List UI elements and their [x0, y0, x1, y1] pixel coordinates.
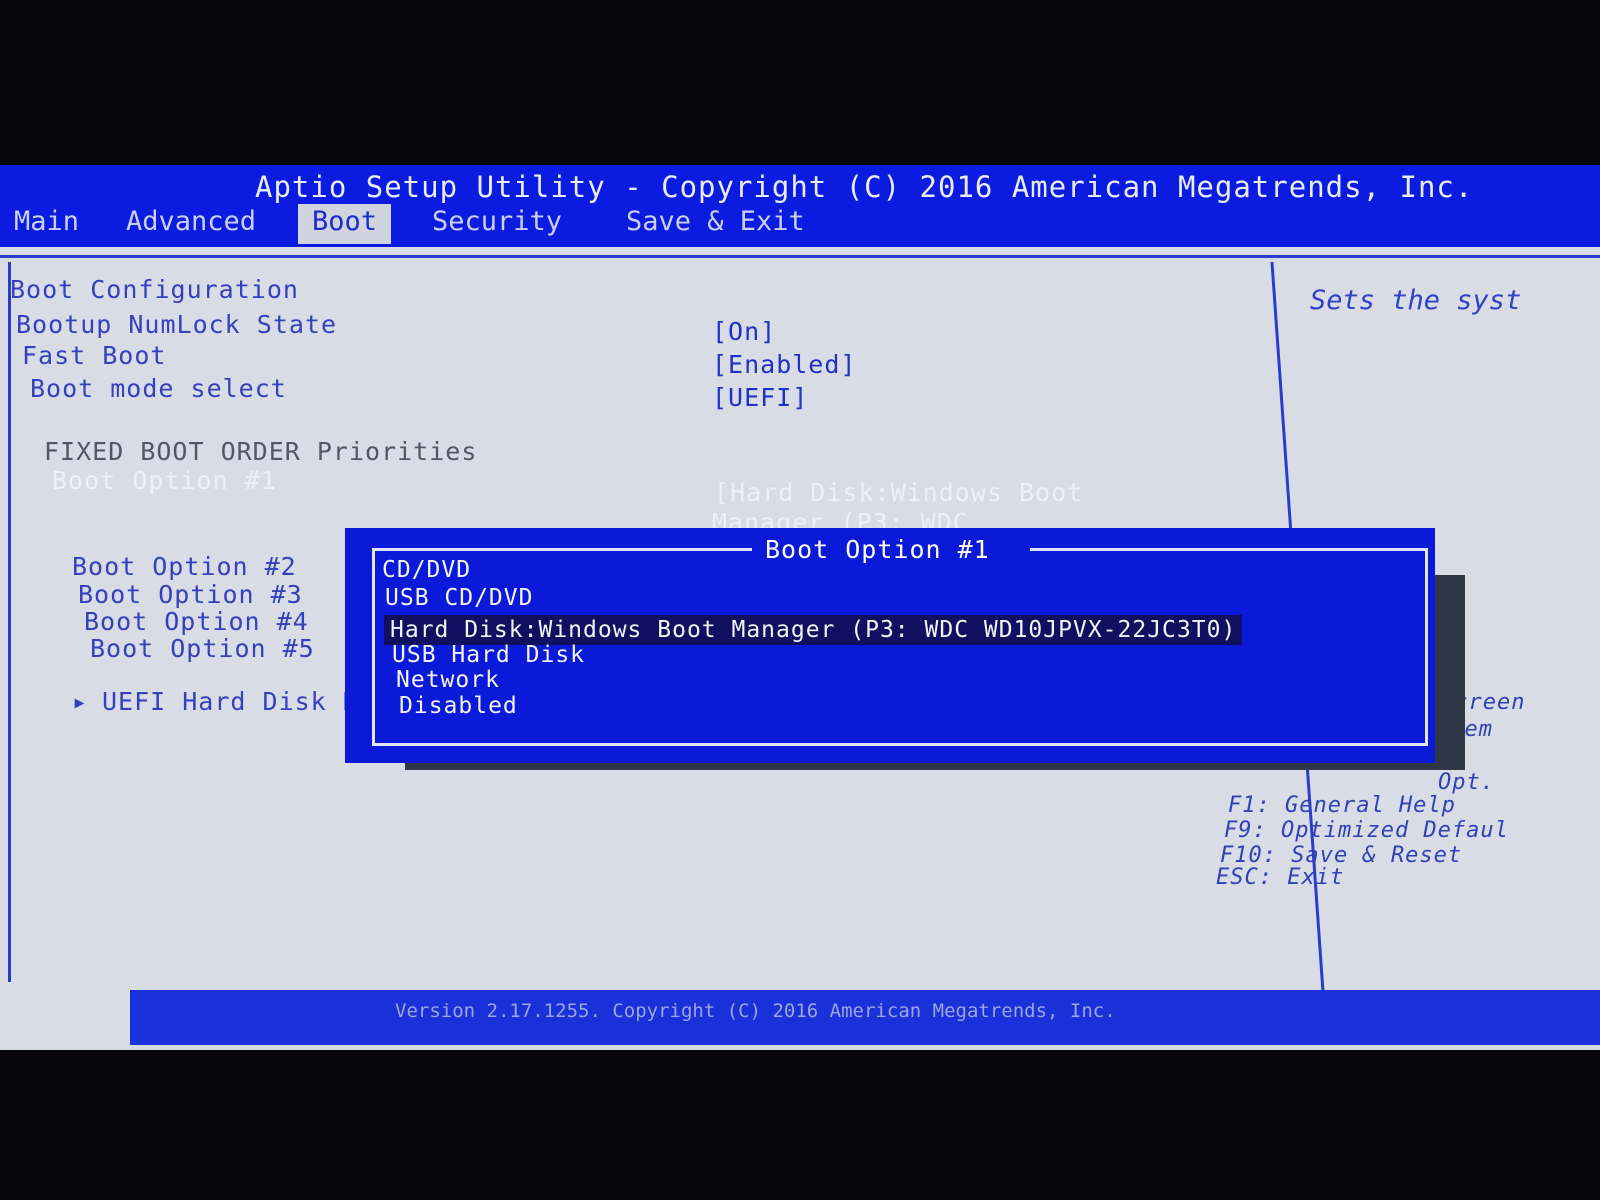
popup-option-usb-hard-disk[interactable]: USB Hard Disk [392, 642, 585, 668]
popup-title: Boot Option #1 [755, 535, 1000, 564]
help-key-f1: F1: General Help [1228, 793, 1456, 818]
popup-option-cd-dvd[interactable]: CD/DVD [382, 557, 471, 583]
tab-boot[interactable]: Boot [298, 204, 392, 244]
divider [0, 255, 1600, 258]
tab-advanced[interactable]: Advanced [112, 204, 270, 244]
popup-option-network[interactable]: Network [396, 667, 500, 693]
popup-border [1030, 548, 1425, 551]
boot-option-1-value[interactable]: [Hard Disk:Windows Boot [714, 478, 1083, 507]
popup-option-hard-disk-selected[interactable]: Hard Disk:Windows Boot Manager (P3: WDC … [384, 615, 1243, 645]
fast-boot-label[interactable]: Fast Boot [22, 341, 166, 370]
app-title: Aptio Setup Utility - Copyright (C) 2016… [255, 170, 1474, 204]
numlock-value[interactable]: [On] [712, 317, 776, 346]
boot-option-2[interactable]: Boot Option #2 [72, 552, 297, 581]
tab-save-exit[interactable]: Save & Exit [612, 204, 819, 244]
tab-main[interactable]: Main [0, 204, 93, 244]
uefi-hard-disk-submenu[interactable]: UEFI Hard Disk D [102, 687, 359, 716]
popup-border [372, 548, 752, 551]
boot-option-1-label[interactable]: Boot Option #1 [52, 466, 277, 495]
help-key: Opt. [1438, 770, 1495, 795]
submenu-arrow-icon: ▸ [72, 687, 89, 716]
help-key-esc: ESC: Exit [1216, 865, 1345, 890]
boot-option-5[interactable]: Boot Option #5 [90, 634, 315, 663]
boot-mode-label[interactable]: Boot mode select [30, 374, 287, 403]
fast-boot-value[interactable]: [Enabled] [712, 350, 856, 379]
section-title: Boot Configuration [10, 275, 299, 304]
priorities-title: FIXED BOOT ORDER Priorities [44, 437, 478, 466]
boot-mode-value[interactable]: [UEFI] [712, 383, 808, 412]
help-key-f9: F9: Optimized Defaul [1224, 818, 1509, 843]
popup-option-disabled[interactable]: Disabled [399, 693, 518, 719]
numlock-label[interactable]: Bootup NumLock State [16, 310, 337, 339]
version-text: Version 2.17.1255. Copyright (C) 2016 Am… [395, 1000, 1116, 1022]
boot-option-4[interactable]: Boot Option #4 [84, 607, 309, 636]
tab-security[interactable]: Security [418, 204, 576, 244]
boot-option-3[interactable]: Boot Option #3 [78, 580, 303, 609]
help-description: Sets the syst [1310, 285, 1522, 316]
popup-option-usb-cd-dvd[interactable]: USB CD/DVD [385, 585, 533, 611]
